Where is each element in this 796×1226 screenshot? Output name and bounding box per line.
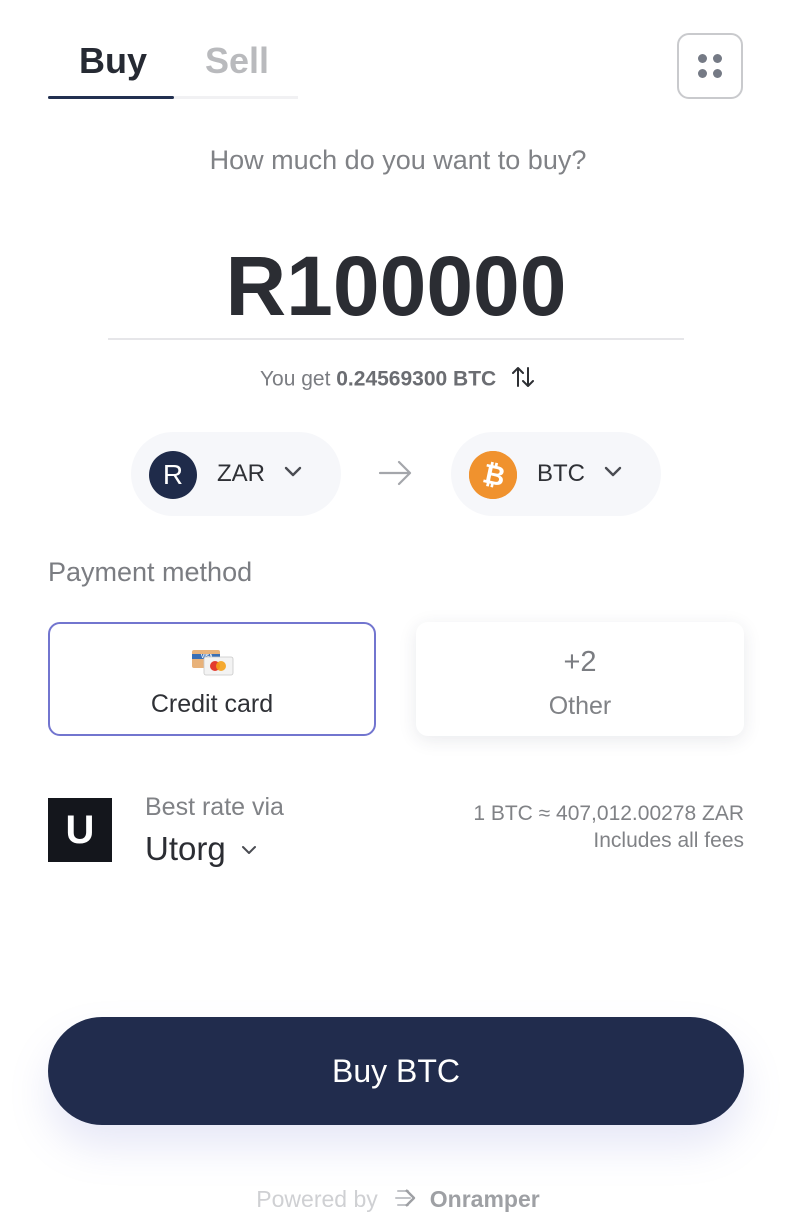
chevron-down-icon — [283, 465, 303, 484]
tab-sell[interactable]: Sell — [205, 40, 269, 82]
buy-button[interactable]: Buy BTC — [48, 1017, 744, 1125]
provider-select[interactable]: Utorg — [145, 830, 226, 868]
tab-active-indicator — [48, 96, 174, 99]
amount-question: How much do you want to buy? — [209, 145, 587, 175]
rate-value: 1 BTC ≈ 407,012.00278 ZAR — [473, 802, 744, 825]
credit-card-label: Credit card — [150, 690, 274, 718]
best-rate-label: Best rate via — [145, 793, 284, 821]
to-currency-code: BTC — [537, 460, 585, 487]
payment-method-label: Payment method — [48, 557, 253, 587]
tab-buy[interactable]: Buy — [79, 40, 147, 82]
to-currency-select[interactable]: ₿ BTC — [451, 432, 661, 516]
bitcoin-icon: ₿ — [469, 451, 517, 499]
chevron-down-icon[interactable] — [240, 843, 258, 861]
other-label: Other — [548, 692, 612, 720]
amount-input[interactable] — [108, 235, 684, 340]
menu-button[interactable] — [677, 33, 743, 99]
other-count: +2 — [563, 646, 597, 678]
arrow-right-icon — [378, 458, 414, 493]
onramper-brand[interactable]: Onramper — [430, 1186, 540, 1212]
buy-sell-tabs: Buy Sell — [48, 40, 298, 100]
provider-logo: U — [48, 798, 112, 862]
payment-option-credit-card[interactable]: VISA Credit card — [48, 622, 376, 736]
from-currency-code: ZAR — [217, 460, 265, 487]
you-get-value: 0.24569300 BTC — [336, 367, 497, 391]
powered-by-label: Powered by — [256, 1186, 378, 1212]
powered-by-footer: Powered by Onramper — [0, 1186, 796, 1215]
swap-arrows-icon[interactable] — [510, 364, 536, 396]
exchange-rate: 1 BTC ≈ 407,012.00278 ZAR Includes all f… — [473, 800, 744, 854]
payment-option-other[interactable]: +2 Other — [416, 622, 744, 736]
onramper-logo-icon — [394, 1187, 420, 1215]
credit-card-icon: VISA — [192, 650, 234, 681]
from-currency-select[interactable]: R ZAR — [131, 432, 341, 516]
chevron-down-icon — [603, 465, 623, 484]
rand-icon: R — [149, 451, 197, 499]
you-get-prefix: You get — [259, 367, 331, 391]
you-get-summary: You get 0.24569300 BTC — [0, 364, 796, 396]
fees-note: Includes all fees — [593, 829, 744, 852]
